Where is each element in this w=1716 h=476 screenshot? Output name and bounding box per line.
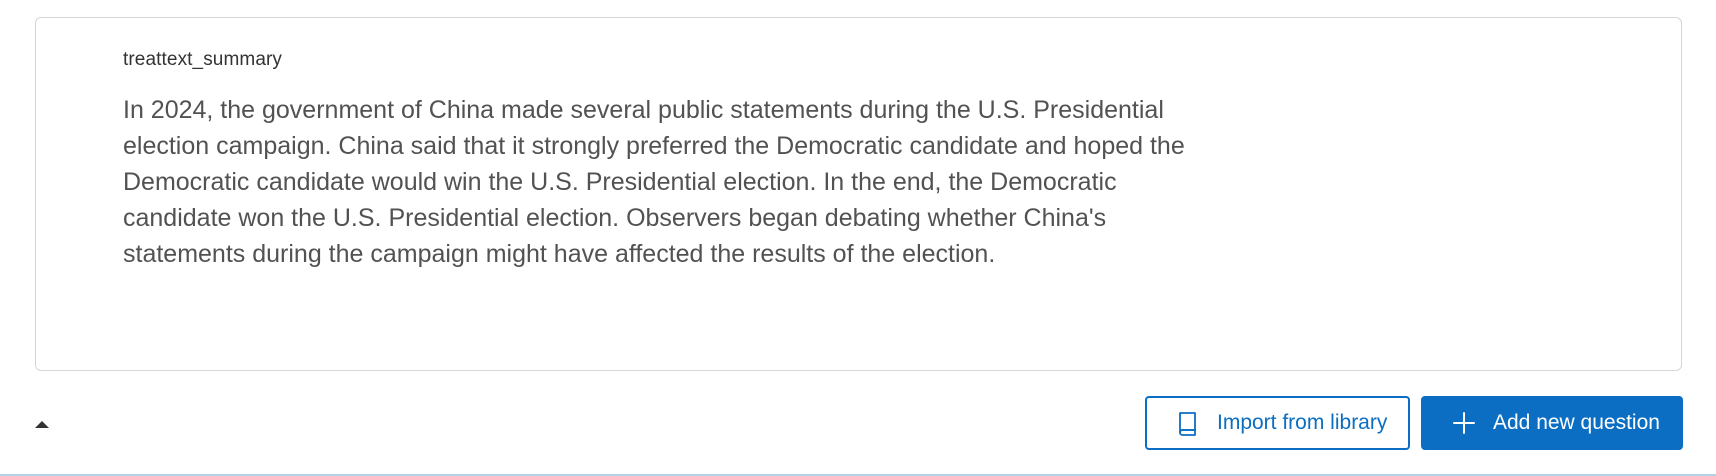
import-from-library-button[interactable]: Import from library	[1145, 396, 1410, 450]
collapse-block-button[interactable]	[30, 412, 54, 436]
book-icon	[1175, 410, 1201, 436]
question-text[interactable]: In 2024, the government of China made se…	[123, 92, 1193, 272]
question-id-label[interactable]: treattext_summary	[123, 49, 282, 71]
add-new-question-button[interactable]: Add new question	[1421, 396, 1683, 450]
caret-up-icon	[35, 420, 49, 428]
plus-icon	[1451, 410, 1477, 436]
add-new-question-label: Add new question	[1493, 411, 1660, 434]
question-card[interactable]: treattext_summary In 2024, the governmen…	[35, 17, 1682, 371]
survey-block: treattext_summary In 2024, the governmen…	[0, 0, 1716, 476]
import-from-library-label: Import from library	[1217, 411, 1388, 434]
